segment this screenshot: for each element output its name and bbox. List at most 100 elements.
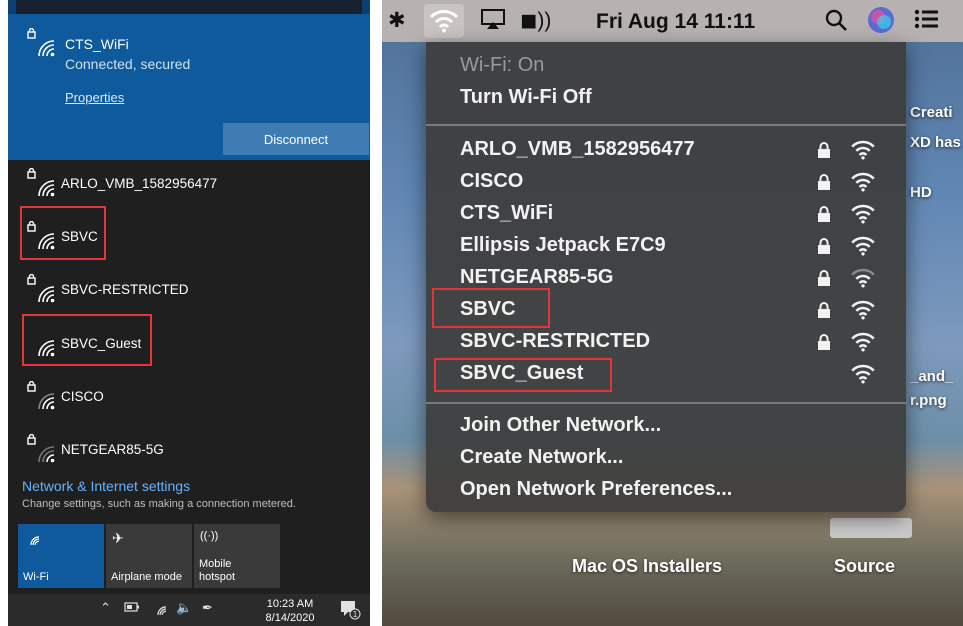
desktop-file-label: r.png — [910, 392, 947, 409]
control-center-icon[interactable] — [914, 8, 940, 36]
mac-desktop: ✱ ◼)) Fri Aug 14 11:11 Creati XD has HD … — [382, 0, 963, 626]
bluetooth-icon[interactable]: ✱ — [388, 8, 406, 33]
network-item[interactable]: ARLO_VMB_1582956477 — [8, 158, 370, 210]
mobile-hotspot-label: Mobile hotspot — [199, 558, 236, 583]
volume-icon[interactable]: 🔈 — [176, 600, 192, 616]
network-settings-subtitle: Change settings, such as making a connec… — [22, 498, 296, 510]
wifi-icon — [24, 530, 40, 549]
wifi-icon — [429, 10, 459, 33]
network-menu-item[interactable]: Ellipsis Jetpack E7C9 — [460, 234, 666, 257]
desktop-file-label: Creati — [910, 104, 953, 121]
airplane-mode-quick-action[interactable]: ✈ Airplane mode — [106, 524, 192, 588]
clock-time: 10:23 AM — [266, 598, 314, 610]
open-network-preferences-item[interactable]: Open Network Preferences... — [460, 478, 732, 501]
mac-menubar: ✱ ◼)) Fri Aug 14 11:11 — [382, 0, 963, 42]
wifi-quick-action[interactable]: Wi-Fi — [18, 524, 104, 588]
network-ssid: SBVC-RESTRICTED — [61, 282, 189, 297]
menu-separator — [426, 402, 906, 404]
taskbar: ⌃ 🔈 ✒ 10:23 AM 8/14/2020 1 — [8, 594, 370, 626]
siri-icon[interactable] — [866, 5, 896, 41]
battery-icon[interactable] — [124, 600, 140, 617]
connection-status: Connected, secured — [65, 56, 191, 72]
wifi-signal-icon — [851, 364, 875, 384]
lock-icon — [818, 142, 830, 158]
network-menu-item[interactable]: SBVC-RESTRICTED — [460, 330, 650, 353]
network-menu-item[interactable]: CISCO — [460, 170, 523, 193]
wifi-icon — [26, 328, 56, 358]
secured-wifi-icon — [26, 434, 56, 464]
wifi-quick-action-label: Wi-Fi — [23, 571, 49, 583]
desktop-file-label: XD has — [910, 134, 961, 151]
desktop-edge-right — [362, 0, 370, 14]
secured-wifi-icon — [26, 381, 56, 411]
hotspot-icon: ((·)) — [200, 530, 219, 542]
secured-wifi-icon — [26, 28, 56, 58]
lock-icon — [818, 206, 830, 222]
wifi-menu-button[interactable] — [424, 4, 464, 38]
wifi-signal-icon — [851, 172, 875, 192]
mobile-hotspot-quick-action[interactable]: ((·)) Mobile hotspot — [194, 524, 280, 588]
network-menu-item[interactable]: CTS_WiFi — [460, 202, 553, 225]
menu-separator — [426, 124, 906, 126]
desktop-item-label[interactable]: Mac OS Installers — [572, 556, 722, 577]
wifi-signal-icon — [851, 236, 875, 256]
secured-wifi-icon — [26, 274, 56, 304]
wifi-signal-icon — [851, 268, 875, 288]
network-menu-item[interactable]: ARLO_VMB_1582956477 — [460, 138, 695, 161]
clock-date: 8/14/2020 — [265, 612, 315, 624]
secured-wifi-icon — [26, 168, 56, 198]
properties-link[interactable]: Properties — [65, 90, 124, 105]
volume-icon[interactable]: ◼)) — [520, 8, 551, 33]
network-ssid: CISCO — [61, 389, 104, 404]
airplane-mode-label: Airplane mode — [111, 571, 182, 583]
turn-wifi-off-item[interactable]: Turn Wi-Fi Off — [460, 86, 592, 109]
wifi-signal-icon — [851, 332, 875, 352]
network-item[interactable]: CISCO — [8, 371, 370, 423]
connected-network-panel[interactable]: CTS_WiFi Connected, secured Properties D… — [8, 14, 370, 160]
notification-count: 1 — [352, 610, 357, 619]
airplay-icon[interactable] — [480, 8, 506, 36]
notification-icon[interactable]: 1 — [340, 600, 361, 620]
network-item[interactable]: SBVC_Guest — [8, 318, 370, 370]
chevron-up-icon[interactable]: ⌃ — [100, 600, 111, 616]
network-ssid: SBVC_Guest — [61, 336, 142, 351]
network-ssid: SBVC — [61, 229, 98, 244]
network-menu-item[interactable]: SBVC_Guest — [460, 362, 583, 385]
lock-icon — [818, 334, 830, 350]
wifi-icon[interactable] — [151, 600, 167, 619]
disconnect-button[interactable]: Disconnect — [223, 123, 369, 155]
network-menu-item[interactable]: SBVC — [460, 298, 516, 321]
taskbar-clock[interactable]: 10:23 AM 8/14/2020 — [256, 597, 324, 625]
create-network-item[interactable]: Create Network... — [460, 446, 623, 469]
lock-icon — [818, 174, 830, 190]
lock-icon — [818, 238, 830, 254]
wifi-dropdown-menu: Wi-Fi: On Turn Wi-Fi Off ARLO_VMB_158295… — [426, 42, 906, 512]
desktop-edge-left — [8, 0, 16, 14]
wifi-signal-icon — [851, 300, 875, 320]
flyout-top-edge — [8, 0, 370, 14]
menubar-datetime[interactable]: Fri Aug 14 11:11 — [596, 10, 755, 34]
pen-icon[interactable]: ✒ — [202, 600, 213, 616]
airplane-icon: ✈ — [112, 530, 124, 546]
network-item[interactable]: SBVC-RESTRICTED — [8, 264, 370, 316]
network-ssid: ARLO_VMB_1582956477 — [61, 176, 218, 191]
connected-ssid: CTS_WiFi — [65, 36, 129, 52]
wifi-status: Wi-Fi: On — [460, 54, 545, 76]
secured-wifi-icon — [26, 221, 56, 251]
desktop-file-label: _and_ — [910, 368, 954, 385]
wifi-signal-icon — [851, 204, 875, 224]
network-settings-link[interactable]: Network & Internet settings — [22, 478, 190, 494]
desktop-file-label: HD — [910, 184, 932, 201]
join-other-network-item[interactable]: Join Other Network... — [460, 414, 661, 437]
network-item[interactable]: NETGEAR85-5G — [8, 424, 370, 476]
drive-icon[interactable] — [830, 518, 912, 538]
network-item[interactable]: SBVC — [8, 211, 370, 263]
search-icon[interactable] — [824, 8, 848, 38]
network-ssid: NETGEAR85-5G — [61, 442, 164, 457]
lock-icon — [818, 270, 830, 286]
wifi-signal-icon — [851, 140, 875, 160]
lock-icon — [818, 302, 830, 318]
windows-network-flyout: CTS_WiFi Connected, secured Properties D… — [8, 0, 370, 626]
desktop-item-label[interactable]: Source — [834, 556, 895, 577]
network-menu-item[interactable]: NETGEAR85-5G — [460, 266, 613, 289]
